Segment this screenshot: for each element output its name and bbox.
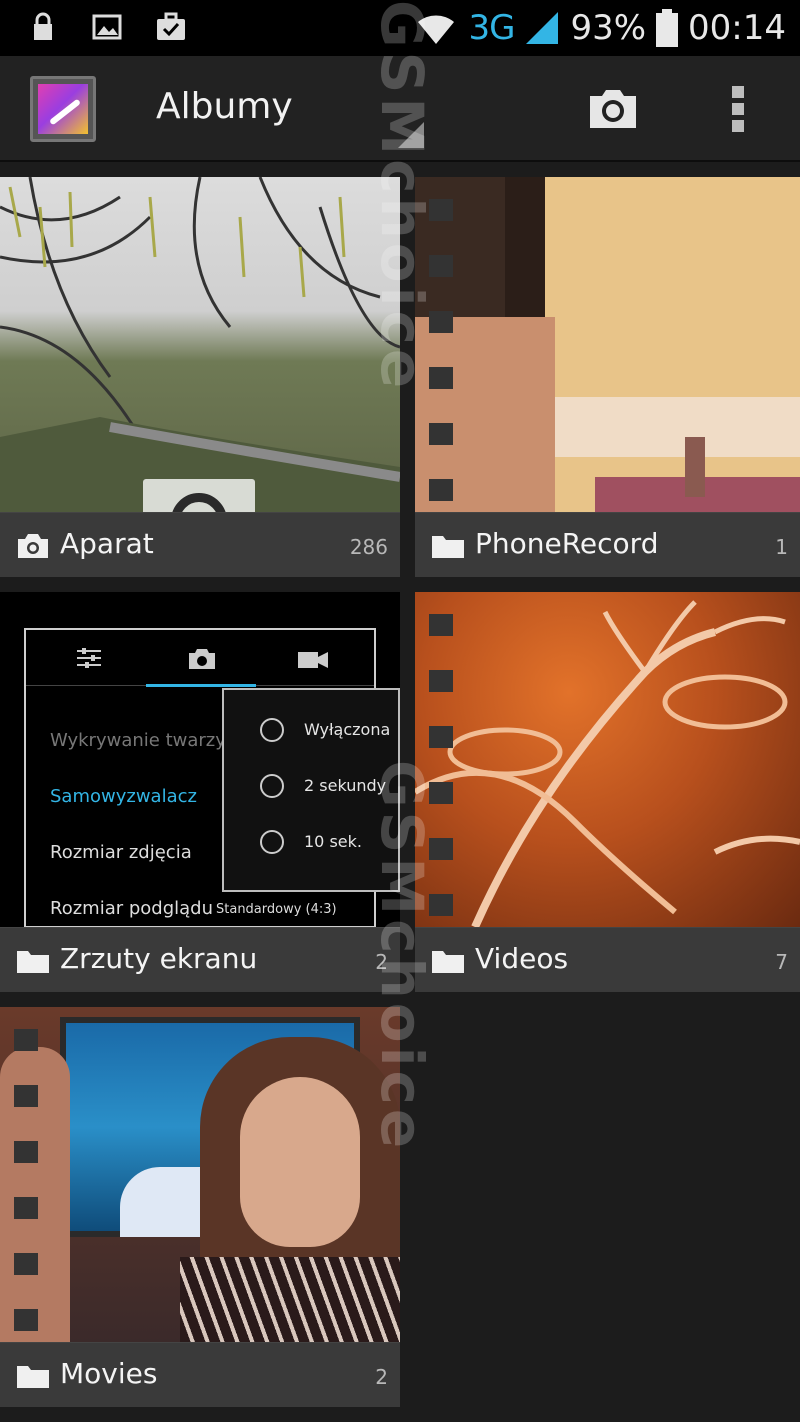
album-thumbnail bbox=[0, 177, 400, 563]
camera-icon bbox=[189, 649, 215, 669]
settings-value: Standardowy (4:3) bbox=[216, 902, 337, 917]
album-name: Aparat bbox=[60, 527, 154, 560]
video-camera-icon bbox=[298, 652, 328, 668]
album-count: 286 bbox=[349, 535, 388, 559]
album-phonerecord[interactable]: PhoneRecord 1 bbox=[415, 177, 800, 577]
popup-option: Wyłączona bbox=[304, 720, 391, 739]
striped-shirt bbox=[180, 1257, 400, 1342]
album-zrzuty-ekranu[interactable]: Wykrywanie twarzy Samowyzwalacz Rozmiar … bbox=[0, 592, 400, 992]
album-aparat[interactable]: Aparat 286 bbox=[0, 177, 400, 577]
album-thumbnail bbox=[415, 177, 800, 512]
album-caption: Aparat 286 bbox=[0, 512, 400, 577]
battery-percentage: 93% bbox=[570, 8, 647, 48]
album-caption: PhoneRecord 1 bbox=[415, 512, 800, 577]
album-thumbnail: Wykrywanie twarzy Samowyzwalacz Rozmiar … bbox=[0, 592, 400, 928]
popup-option: 10 sek. bbox=[304, 832, 362, 851]
album-movies[interactable]: Movies 2 bbox=[0, 1007, 400, 1407]
album-thumbnail bbox=[0, 1007, 400, 1342]
lock-icon bbox=[34, 12, 52, 40]
album-count: 1 bbox=[775, 535, 788, 559]
overflow-menu-icon[interactable] bbox=[726, 84, 750, 134]
album-name: Movies bbox=[60, 1357, 158, 1390]
network-type: 3G bbox=[468, 8, 515, 48]
settings-row: Rozmiar podglądu bbox=[50, 898, 214, 919]
camera-icon[interactable] bbox=[586, 86, 640, 130]
folder-icon bbox=[17, 1366, 49, 1388]
album-name: PhoneRecord bbox=[475, 527, 659, 560]
timer-icon bbox=[260, 830, 284, 854]
gallery-app-icon[interactable] bbox=[30, 76, 96, 142]
album-caption: Videos 7 bbox=[415, 927, 800, 992]
album-caption: Zrzuty ekranu 2 bbox=[0, 927, 400, 992]
camera-icon bbox=[18, 534, 48, 558]
timer-icon bbox=[260, 774, 284, 798]
battery-icon bbox=[656, 9, 679, 47]
trees-photo bbox=[0, 177, 400, 512]
folder-icon bbox=[17, 951, 49, 973]
folder-icon bbox=[432, 536, 464, 558]
watermark: GSMchoice bbox=[368, 760, 436, 1153]
person-right-face bbox=[240, 1077, 360, 1247]
watermark: GSMchoice bbox=[368, 0, 436, 393]
settings-row: Wykrywanie twarzy bbox=[50, 730, 226, 751]
album-caption: Movies 2 bbox=[0, 1342, 400, 1407]
album-name: Zrzuty ekranu bbox=[60, 942, 258, 975]
clock: 00:14 bbox=[688, 8, 786, 48]
album-videos[interactable]: Videos 7 bbox=[415, 592, 800, 992]
signal-icon bbox=[526, 12, 559, 44]
album-count: 2 bbox=[375, 1365, 388, 1389]
album-name: Videos bbox=[475, 942, 569, 975]
video-filmstrip-icon bbox=[14, 1007, 40, 1342]
sliders-icon bbox=[77, 648, 101, 668]
page-title[interactable]: Albumy bbox=[156, 86, 293, 127]
image-icon bbox=[92, 14, 122, 40]
album-count: 7 bbox=[775, 950, 788, 974]
illustration-photo bbox=[415, 600, 800, 927]
folder-icon bbox=[432, 951, 464, 973]
briefcase-check-icon bbox=[157, 12, 185, 40]
timer-icon bbox=[260, 718, 284, 742]
settings-row: Samowyzwalacz bbox=[50, 786, 197, 807]
settings-row: Rozmiar zdjęcia bbox=[50, 842, 192, 863]
album-thumbnail bbox=[415, 592, 800, 927]
